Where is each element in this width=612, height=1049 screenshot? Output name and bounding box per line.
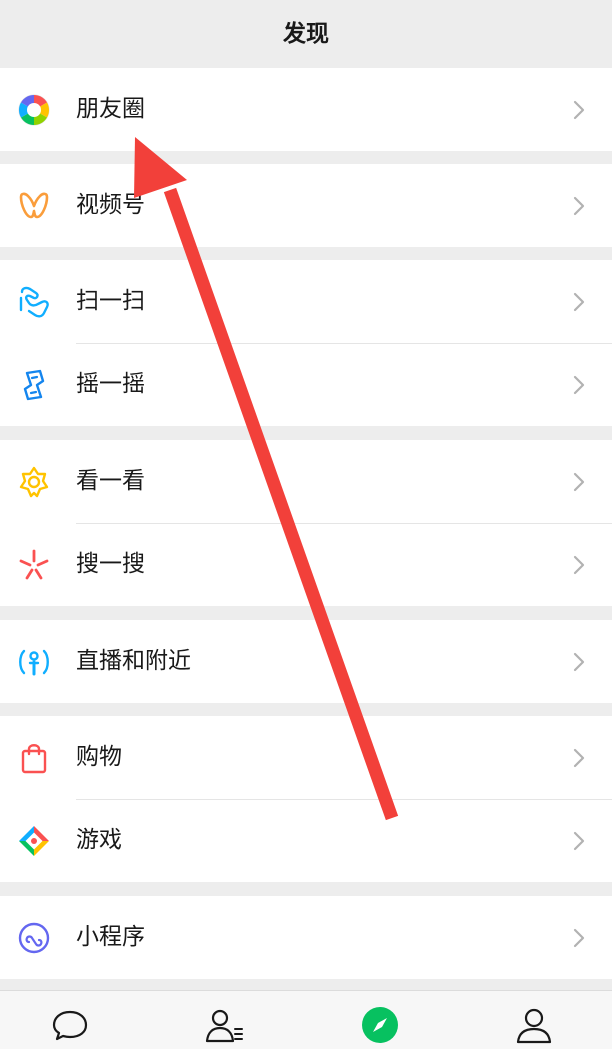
chevron-right-icon	[572, 651, 586, 673]
menu-item-label: 视频号	[76, 192, 145, 218]
menu-group-mini-programs: 小程序	[0, 896, 612, 979]
menu-item-games[interactable]: 游戏	[0, 799, 612, 882]
menu-group-live-nearby: 直播和附近	[0, 620, 612, 703]
chevron-right-icon	[572, 747, 586, 769]
chats-icon[interactable]	[50, 1005, 90, 1045]
live-nearby-icon	[16, 644, 52, 680]
menu-item-label: 小程序	[76, 924, 145, 950]
menu-item-live-nearby[interactable]: 直播和附近	[0, 620, 612, 703]
menu-item-shopping[interactable]: 购物	[0, 716, 612, 799]
menu-item-label: 看一看	[76, 468, 145, 494]
chevron-right-icon	[572, 374, 586, 396]
page-title: 发现	[0, 0, 612, 68]
menu-group-channels: 视频号	[0, 164, 612, 247]
scan-icon	[16, 284, 52, 320]
menu-item-label: 扫一扫	[76, 288, 145, 314]
menu-group-stories-search: 看一看 搜一搜	[0, 440, 612, 606]
me-icon[interactable]	[514, 1005, 554, 1045]
menu-item-moments[interactable]: 朋友圈	[0, 68, 612, 151]
search-icon	[16, 547, 52, 583]
menu-item-top-stories[interactable]: 看一看	[0, 440, 612, 523]
chevron-right-icon	[572, 195, 586, 217]
menu-item-channels[interactable]: 视频号	[0, 164, 612, 247]
mini-programs-icon	[16, 920, 52, 956]
chevron-right-icon	[572, 554, 586, 576]
menu-group-shop-games: 购物 游戏	[0, 716, 612, 882]
menu-item-shake[interactable]: 摇一摇	[0, 343, 612, 426]
menu-item-label: 购物	[76, 744, 122, 770]
channels-icon	[16, 188, 52, 224]
menu-item-scan[interactable]: 扫一扫	[0, 260, 612, 343]
chevron-right-icon	[572, 830, 586, 852]
menu-item-mini-programs[interactable]: 小程序	[0, 896, 612, 979]
menu-item-label: 摇一摇	[76, 371, 145, 397]
menu-item-label: 搜一搜	[76, 551, 145, 577]
menu-item-label: 直播和附近	[76, 648, 191, 674]
shopping-bag-icon	[16, 740, 52, 776]
top-stories-icon	[16, 464, 52, 500]
chevron-right-icon	[572, 927, 586, 949]
menu-group-moments: 朋友圈	[0, 68, 612, 151]
menu-item-label: 朋友圈	[76, 96, 145, 122]
shake-icon	[16, 367, 52, 403]
games-icon	[16, 823, 52, 859]
bottom-tab-bar	[0, 990, 612, 1049]
moments-icon	[16, 92, 52, 128]
menu-item-label: 游戏	[76, 827, 122, 853]
chevron-right-icon	[572, 471, 586, 493]
menu-item-search[interactable]: 搜一搜	[0, 523, 612, 606]
chevron-right-icon	[572, 291, 586, 313]
menu-group-scan-shake: 扫一扫 摇一摇	[0, 260, 612, 426]
contacts-icon[interactable]	[204, 1005, 244, 1045]
discover-icon[interactable]	[360, 1005, 400, 1045]
chevron-right-icon	[572, 99, 586, 121]
